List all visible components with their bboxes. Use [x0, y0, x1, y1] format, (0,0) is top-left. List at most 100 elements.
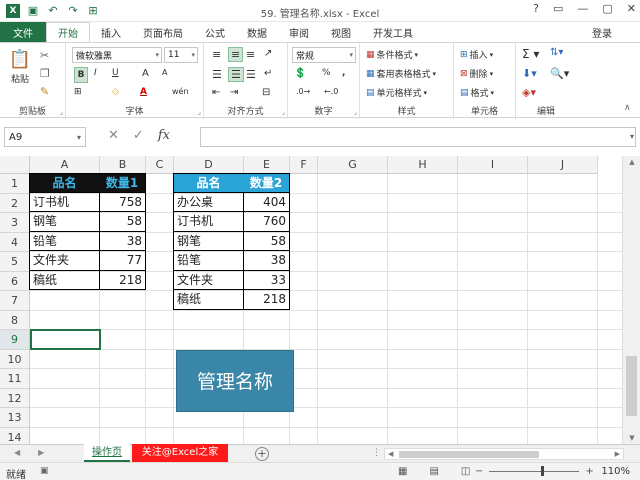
- login-link[interactable]: 登录: [592, 22, 640, 42]
- currency-icon[interactable]: 💲: [294, 68, 306, 79]
- autosum-icon[interactable]: Σ ▾: [522, 47, 539, 61]
- orientation-icon[interactable]: ↗: [264, 48, 272, 59]
- table-header-cell[interactable]: 数量2: [243, 173, 290, 193]
- vertical-scroll-thumb[interactable]: [626, 356, 637, 416]
- shrink-font-button[interactable]: A: [162, 68, 167, 77]
- table-cell[interactable]: 38: [99, 231, 146, 251]
- table-cell[interactable]: 稿纸: [173, 290, 244, 310]
- tab-insert[interactable]: 插入: [90, 22, 132, 42]
- fill-color-icon[interactable]: ◇: [112, 87, 119, 97]
- align-right-icon[interactable]: ☰: [246, 68, 256, 81]
- zoom-slider[interactable]: − +: [475, 466, 594, 477]
- zoom-track[interactable]: [489, 466, 580, 476]
- decrease-indent-icon[interactable]: ⇤: [212, 87, 220, 98]
- tab-developer[interactable]: 开发工具: [362, 22, 424, 42]
- alignment-launcher-icon[interactable]: ⌟: [282, 108, 285, 116]
- table-cell[interactable]: 办公桌: [173, 192, 244, 212]
- scroll-down-icon[interactable]: ▼: [623, 434, 640, 442]
- table-header-cell[interactable]: 数量1: [99, 173, 146, 193]
- tab-page-layout[interactable]: 页面布局: [132, 22, 194, 42]
- formula-input[interactable]: [200, 127, 636, 147]
- tab-view[interactable]: 视图: [320, 22, 362, 42]
- name-box[interactable]: A9 ▾: [4, 127, 86, 147]
- align-top-icon[interactable]: ≡: [212, 48, 221, 61]
- row-header-8[interactable]: 8: [0, 310, 30, 330]
- format-cells-button[interactable]: ▤ 格式 ▾: [460, 86, 494, 100]
- table-cell[interactable]: 77: [99, 251, 146, 271]
- wrap-text-icon[interactable]: ↵: [264, 68, 272, 79]
- table-cell[interactable]: 33: [243, 270, 290, 290]
- table-cell[interactable]: 订书机: [29, 192, 100, 212]
- column-header-a[interactable]: A: [30, 156, 100, 174]
- redo-icon[interactable]: ↷: [66, 4, 80, 18]
- maximize-icon[interactable]: ▢: [602, 2, 612, 15]
- tab-review[interactable]: 审阅: [278, 22, 320, 42]
- font-launcher-icon[interactable]: ⌟: [198, 108, 201, 116]
- row-header-9[interactable]: 9: [0, 330, 30, 350]
- column-header-h[interactable]: H: [388, 156, 458, 174]
- align-center-icon[interactable]: ☰: [228, 67, 244, 82]
- insert-function-icon[interactable]: fx: [158, 128, 170, 143]
- row-header-1[interactable]: 1: [0, 174, 30, 194]
- bold-button[interactable]: B: [74, 67, 88, 83]
- table-cell[interactable]: 铅笔: [173, 251, 244, 271]
- save-icon[interactable]: ▣: [26, 4, 40, 18]
- format-painter-icon[interactable]: ✎: [40, 85, 49, 98]
- add-sheet-button[interactable]: +: [255, 447, 269, 461]
- macro-record-icon[interactable]: ▣: [40, 466, 49, 476]
- cancel-icon[interactable]: ✕: [108, 128, 119, 143]
- manage-names-shape-button[interactable]: 管理名称: [176, 349, 294, 412]
- format-as-table-button[interactable]: ▦ 套用表格格式 ▾: [366, 67, 436, 81]
- column-header-d[interactable]: D: [174, 156, 244, 174]
- increase-decimal-icon[interactable]: .0→: [296, 87, 310, 96]
- border-icon[interactable]: ⊞: [74, 87, 82, 97]
- tab-formulas[interactable]: 公式: [194, 22, 236, 42]
- number-format-select[interactable]: 常规 ▾: [292, 47, 356, 63]
- row-header-2[interactable]: 2: [0, 193, 30, 213]
- horizontal-scroll-thumb[interactable]: [399, 451, 539, 458]
- row-header-7[interactable]: 7: [0, 291, 30, 311]
- row-header-14[interactable]: 14: [0, 427, 30, 444]
- close-icon[interactable]: ✕: [627, 2, 636, 15]
- horizontal-scrollbar[interactable]: ◀ ▶: [384, 448, 624, 460]
- table-cell[interactable]: 218: [99, 270, 146, 290]
- enter-icon[interactable]: ✓: [133, 128, 144, 143]
- zoom-in-icon[interactable]: +: [585, 466, 593, 477]
- table-header-cell[interactable]: 品名: [29, 173, 100, 193]
- tab-home[interactable]: 开始: [46, 22, 90, 42]
- clipboard-launcher-icon[interactable]: ⌟: [60, 108, 63, 116]
- scroll-up-icon[interactable]: ▲: [623, 158, 640, 166]
- table-cell[interactable]: 订书机: [173, 212, 244, 232]
- cell-styles-button[interactable]: ▤ 单元格样式 ▾: [366, 86, 427, 100]
- insert-cells-button[interactable]: ⊞ 插入 ▾: [460, 48, 493, 62]
- merge-center-icon[interactable]: ⊟: [262, 87, 270, 98]
- table-cell[interactable]: 铅笔: [29, 231, 100, 251]
- copy-icon[interactable]: ❐: [40, 67, 50, 80]
- find-select-icon[interactable]: 🔍▾: [550, 67, 569, 80]
- scroll-right-icon[interactable]: ▶: [615, 450, 620, 458]
- paste-button[interactable]: 📋 粘贴: [8, 49, 32, 85]
- row-header-11[interactable]: 11: [0, 369, 30, 389]
- increase-indent-icon[interactable]: ⇥: [230, 87, 238, 98]
- collapse-ribbon-icon[interactable]: ∧: [624, 103, 631, 113]
- table-cell[interactable]: 文件夹: [173, 270, 244, 290]
- zoom-knob[interactable]: [541, 466, 545, 476]
- row-header-10[interactable]: 10: [0, 349, 30, 369]
- phonetic-icon[interactable]: wén: [172, 87, 189, 96]
- table-cell[interactable]: 稿纸: [29, 270, 100, 290]
- sheet-tab-excel-home[interactable]: 关注@Excel之家: [132, 444, 228, 462]
- row-header-4[interactable]: 4: [0, 232, 30, 252]
- table-header-cell[interactable]: 品名: [173, 173, 244, 193]
- conditional-format-button[interactable]: ▦ 条件格式 ▾: [366, 48, 418, 62]
- undo-icon[interactable]: ↶: [46, 4, 60, 18]
- row-header-6[interactable]: 6: [0, 271, 30, 291]
- worksheet-grid[interactable]: A B C D E F G H I J 1 2 3 4 5 6 7 8 9 10 11 12 13 14 品名 数量1 订书机 758…: [0, 156, 622, 444]
- customize-qat-icon[interactable]: ⊞: [86, 4, 100, 18]
- column-header-c[interactable]: C: [146, 156, 174, 174]
- tab-split-handle[interactable]: ⋮: [372, 448, 381, 458]
- row-header-5[interactable]: 5: [0, 252, 30, 272]
- comma-button[interactable]: ,: [342, 68, 345, 78]
- percent-button[interactable]: %: [322, 68, 331, 78]
- clear-icon[interactable]: ◈▾: [522, 86, 536, 99]
- table-cell[interactable]: 760: [243, 212, 290, 232]
